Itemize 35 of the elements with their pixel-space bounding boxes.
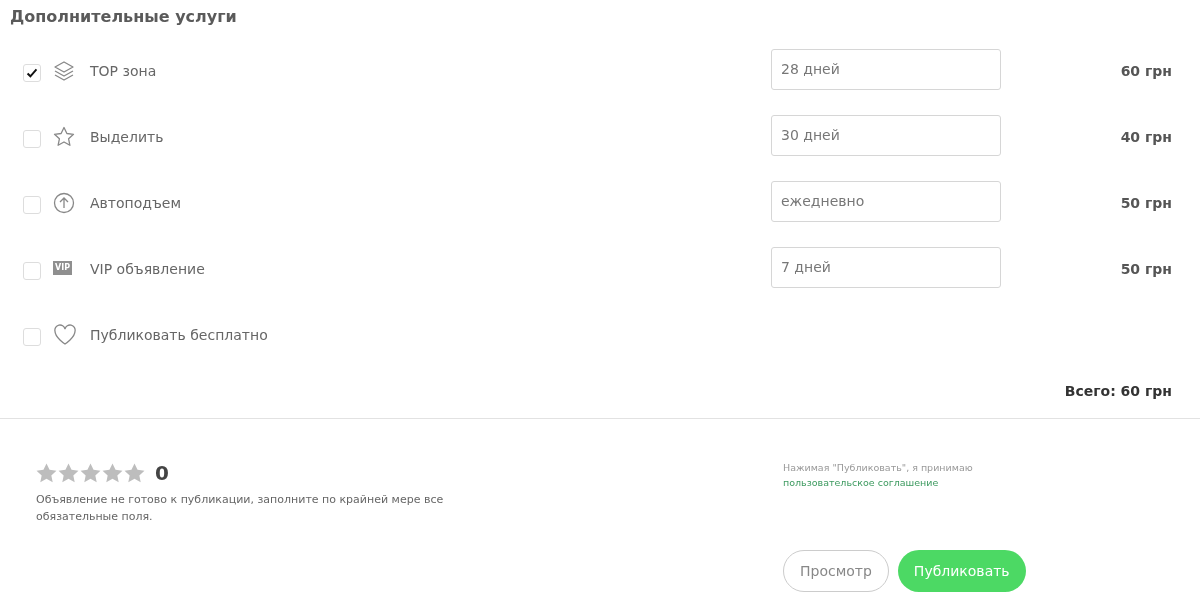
service-price: 40 грн [1119, 129, 1172, 145]
service-label: Выделить [90, 129, 164, 145]
service-price: 50 грн [1119, 261, 1172, 277]
vip-badge: VIP [53, 261, 73, 275]
star-icon [36, 463, 57, 483]
star-icon [102, 463, 123, 483]
star-icon [58, 463, 79, 483]
star-icon [80, 463, 101, 483]
checkbox[interactable] [23, 196, 41, 214]
duration-field[interactable]: ежедневно [771, 181, 1001, 222]
preview-button[interactable]: Просмотр [783, 550, 889, 592]
checkbox[interactable] [23, 130, 41, 148]
duration-field[interactable]: 30 дней [771, 115, 1001, 156]
checkbox[interactable] [23, 262, 41, 280]
agreement-link[interactable]: пользовательское соглашение [783, 477, 939, 488]
service-price: 60 грн [1119, 63, 1172, 79]
layers-icon [53, 60, 75, 82]
consent-text: Нажимая "Публиковать", я принимаю пользовательское соглашение [783, 461, 974, 490]
checkbox[interactable] [23, 64, 41, 82]
duration-field[interactable]: 28 дней [771, 49, 1001, 90]
service-label: VIP объявление [90, 261, 205, 277]
service-label: Публиковать бесплатно [90, 327, 268, 343]
total-price: Всего: 60 грн [1064, 383, 1172, 399]
rating-score: 0 [155, 461, 169, 485]
star-icon [53, 126, 75, 148]
service-price: 50 грн [1119, 195, 1172, 211]
arrow-up-circle-icon [53, 192, 75, 214]
service-label: TOP зона [90, 63, 157, 79]
heart-icon [53, 324, 77, 346]
service-label: Автоподъем [90, 195, 181, 211]
warning-text: Объявление не готово к публикации, заполните по крайней мере все обязательные поля. [36, 492, 445, 525]
checkbox[interactable] [23, 328, 41, 346]
duration-field[interactable]: 7 дней [771, 247, 1001, 288]
star-icon [124, 463, 145, 483]
section-title: Дополнительные услуги [9, 6, 238, 28]
